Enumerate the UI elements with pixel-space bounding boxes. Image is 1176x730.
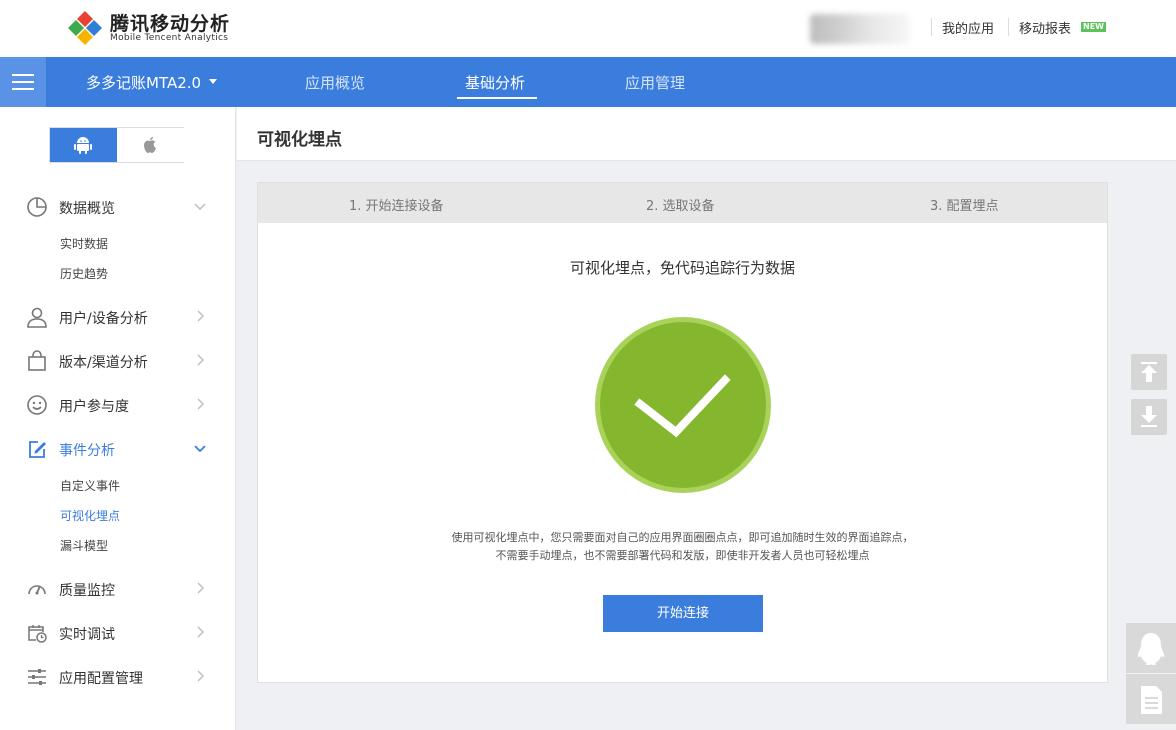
chevron-right-icon (197, 626, 204, 638)
step-2: 2. 选取设备 (646, 199, 715, 214)
sliders-icon (28, 669, 46, 685)
sidebar: 数据概览 实时数据 历史趋势 用户/设备分析 版本/渠道分析 用户参与度 事件分… (0, 107, 236, 730)
sidebar-item-label: 实时调试 (59, 627, 115, 643)
card-heading: 可视化埋点，免代码追踪行为数据 (569, 259, 795, 277)
chevron-down-icon (194, 203, 206, 210)
sidebar-subitem-realtime-data[interactable]: 实时数据 (60, 235, 108, 252)
logo-subtitle: Mobile Tencent Analytics (110, 33, 229, 43)
qq-penguin-icon (1137, 633, 1165, 665)
divider (931, 18, 932, 36)
arrow-down-icon (1141, 406, 1157, 427)
main-nav: 多多记账MTA2.0 应用概览 基础分析 应用管理 (0, 57, 1176, 107)
sidebar-item-label: 质量监控 (59, 583, 115, 599)
qq-support-button[interactable] (1126, 623, 1176, 673)
divider (1008, 18, 1009, 36)
sidebar-item-realtime-debug[interactable]: 实时调试 (0, 619, 236, 649)
sidebar-subitem-funnel[interactable]: 漏斗模型 (60, 537, 108, 554)
arrow-up-icon (1141, 362, 1157, 382)
sidebar-item-label: 用户参与度 (59, 399, 129, 415)
my-apps-link[interactable]: 我的应用 (942, 18, 994, 37)
sidebar-item-label: 用户/设备分析 (59, 311, 148, 327)
gauge-icon (28, 585, 46, 595)
smile-icon (27, 395, 47, 415)
sidebar-item-label: 应用配置管理 (59, 671, 143, 687)
edit-icon (29, 441, 46, 458)
visual-tracking-card: 1. 开始连接设备 2. 选取设备 3. 配置埋点 可视化埋点，免代码追踪行为数… (257, 182, 1108, 683)
description-line-2: 不需要手动埋点，也不需要部署代码和发版，即使非开发者人员也可轻松埋点 (495, 549, 870, 562)
page-header: 可视化埋点 (237, 107, 1176, 161)
chevron-right-icon (197, 354, 204, 366)
sidebar-item-event-analysis[interactable]: 事件分析 (0, 435, 236, 465)
scroll-bottom-button[interactable] (1131, 399, 1167, 435)
tab-app-management[interactable]: 应用管理 (625, 72, 685, 93)
app-selector[interactable]: 多多记账MTA2.0 (86, 72, 201, 93)
sidebar-item-user-device[interactable]: 用户/设备分析 (0, 303, 236, 333)
sidebar-item-label: 版本/渠道分析 (59, 355, 148, 371)
chevron-down-icon (194, 445, 206, 453)
sidebar-subitem-visual-tracking[interactable]: 可视化埋点 (60, 507, 120, 524)
sidebar-item-app-config[interactable]: 应用配置管理 (0, 663, 236, 693)
feedback-button[interactable] (1126, 674, 1176, 724)
step-3: 3. 配置埋点 (930, 199, 999, 214)
document-icon (1141, 686, 1162, 714)
active-tab-indicator (457, 97, 537, 99)
step-indicator: 1. 开始连接设备 2. 选取设备 3. 配置埋点 (258, 183, 1107, 223)
pie-chart-icon (27, 197, 47, 217)
shopping-bag-icon (28, 350, 46, 371)
chevron-right-icon (197, 670, 204, 682)
sidebar-item-data-overview[interactable]: 数据概览 (0, 193, 236, 223)
user-account-blurred[interactable] (810, 14, 910, 44)
scroll-top-button[interactable] (1131, 354, 1167, 390)
logo-title: 腾讯移动分析 (110, 13, 231, 35)
android-button[interactable] (50, 128, 117, 162)
mobile-report-link[interactable]: 移动报表 (1019, 18, 1071, 37)
os-toggle (49, 127, 184, 163)
sidebar-item-version-channel[interactable]: 版本/渠道分析 (0, 347, 236, 377)
description: 使用可视化埋点中，您只需要面对自己的应用界面圈圈点点，即可追加随时生效的界面追踪… (258, 529, 1107, 565)
sidebar-item-engagement[interactable]: 用户参与度 (0, 391, 236, 421)
apple-icon (144, 137, 156, 153)
step-1: 1. 开始连接设备 (349, 199, 444, 214)
chevron-right-icon (197, 582, 204, 594)
success-check-icon (595, 317, 771, 493)
chevron-right-icon (197, 310, 204, 322)
top-header: 腾讯移动分析 Mobile Tencent Analytics 我的应用 移动报… (0, 0, 1176, 57)
calendar-clock-icon (28, 625, 47, 643)
start-connect-button[interactable]: 开始连接 (603, 595, 763, 632)
chevron-right-icon (197, 398, 204, 410)
sidebar-subitem-history-trend[interactable]: 历史趋势 (60, 265, 108, 282)
apple-button[interactable] (117, 128, 184, 162)
menu-toggle-icon[interactable] (0, 57, 46, 107)
tab-app-overview[interactable]: 应用概览 (305, 72, 365, 93)
caret-down-icon[interactable] (209, 79, 217, 84)
description-line-1: 使用可视化埋点中，您只需要面对自己的应用界面圈圈点点，即可追加随时生效的界面追踪… (451, 531, 914, 544)
sidebar-item-label: 数据概览 (59, 201, 115, 217)
user-icon (27, 307, 47, 328)
page-title: 可视化埋点 (257, 130, 342, 150)
android-icon (74, 137, 92, 154)
sidebar-item-quality-monitor[interactable]: 质量监控 (0, 575, 236, 605)
tencent-analytics-logo[interactable] (66, 9, 104, 47)
new-badge: NEW (1081, 22, 1106, 32)
tab-basic-analysis[interactable]: 基础分析 (465, 72, 525, 93)
sidebar-item-label: 事件分析 (59, 443, 115, 459)
sidebar-subitem-custom-event[interactable]: 自定义事件 (60, 477, 120, 494)
